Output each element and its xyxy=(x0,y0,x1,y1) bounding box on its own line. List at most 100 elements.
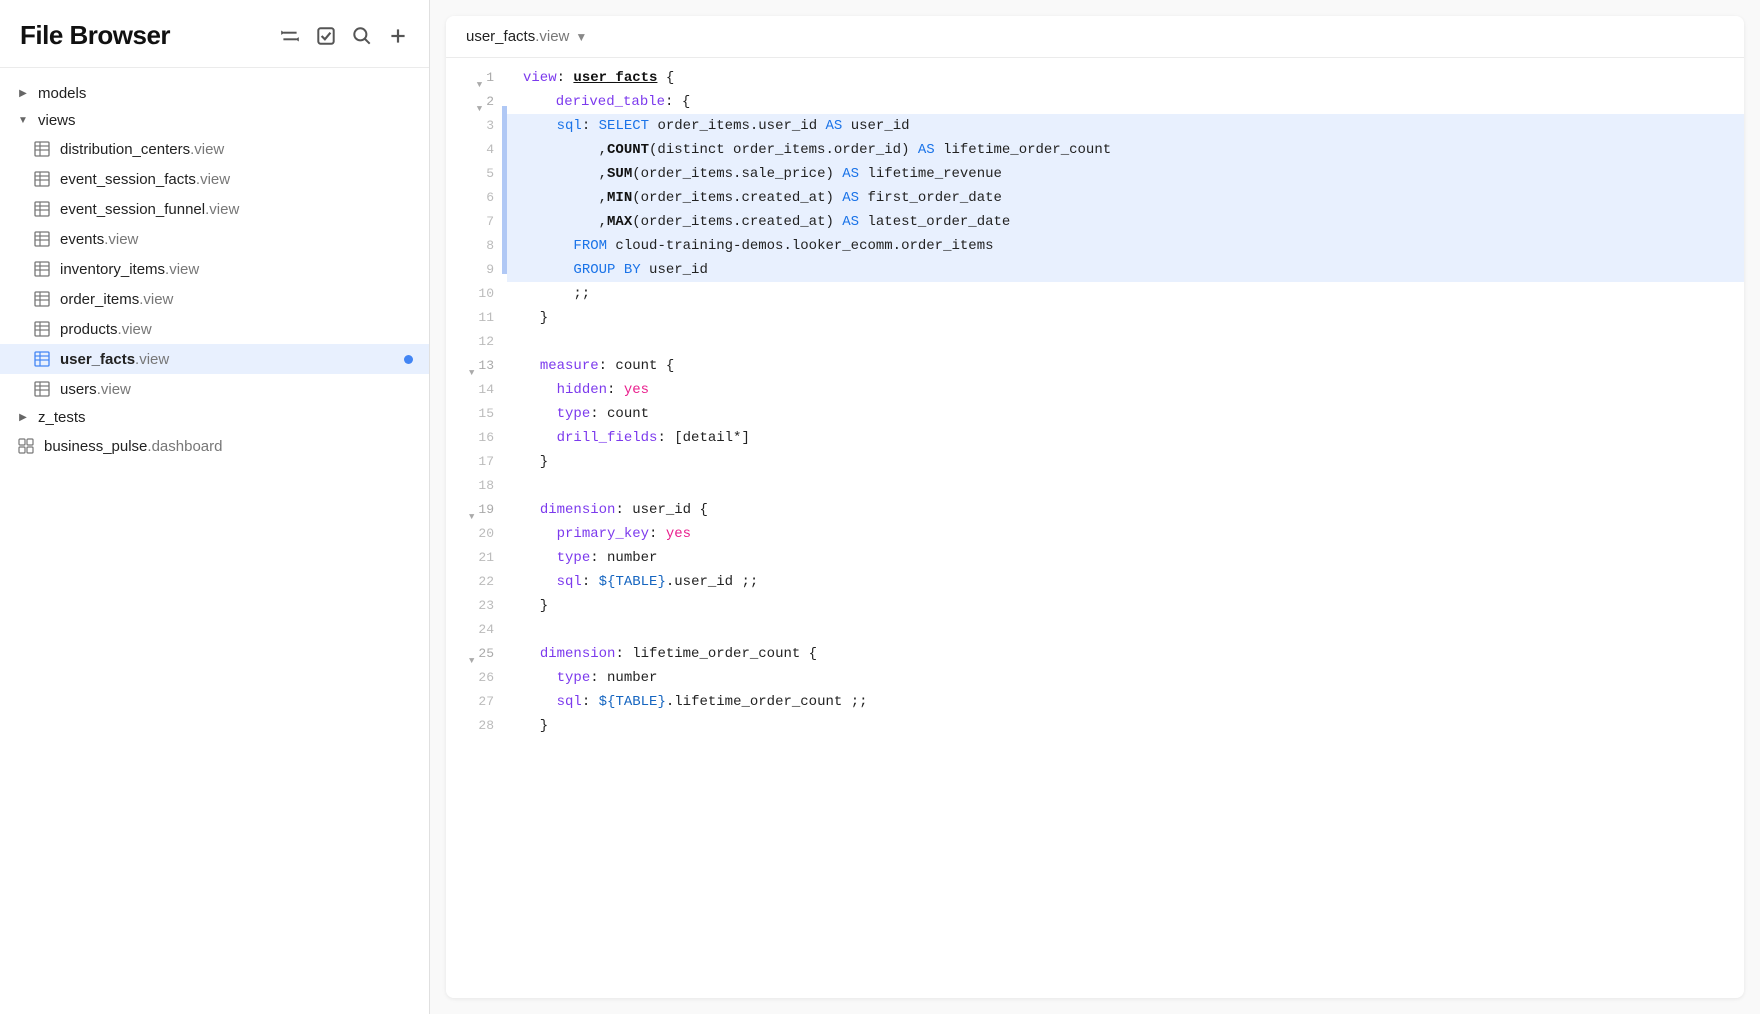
code-line-19: dimension: user_id { xyxy=(507,498,1744,522)
line-num-3: 3 xyxy=(446,114,502,138)
line-num-1: ▼1 xyxy=(446,66,502,90)
table-icon xyxy=(32,139,52,159)
sidebar-item-models[interactable]: ▶ models xyxy=(0,80,429,107)
table-icon xyxy=(32,259,52,279)
code-line-10: ;; xyxy=(507,282,1744,306)
code-line-15: type: count xyxy=(507,402,1744,426)
sidebar-item-inventory-items[interactable]: inventory_items.view xyxy=(0,254,429,284)
tab-label: user_facts.view xyxy=(466,28,569,45)
chevron-right-icon: ▶ xyxy=(16,411,30,425)
table-icon xyxy=(32,169,52,189)
line-num-12: 12 xyxy=(446,330,502,354)
add-icon[interactable] xyxy=(387,25,409,47)
chevron-right-icon: ▶ xyxy=(16,87,30,101)
table-icon xyxy=(32,349,52,369)
line-num-22: 22 xyxy=(446,570,502,594)
code-line-8: FROM cloud-training-demos.looker_ecomm.o… xyxy=(507,234,1744,258)
code-line-28: } xyxy=(507,714,1744,738)
sidebar-item-business-pulse[interactable]: business_pulse.dashboard xyxy=(0,431,429,461)
sidebar-title: File Browser xyxy=(20,20,170,51)
line-num-2: ▼2 xyxy=(446,90,502,114)
code-line-9: GROUP BY user_id xyxy=(507,258,1744,282)
tab-dropdown-icon[interactable]: ▼ xyxy=(575,30,587,44)
code-line-12 xyxy=(507,330,1744,354)
table-icon xyxy=(32,289,52,309)
code-line-25: dimension: lifetime_order_count { xyxy=(507,642,1744,666)
sidebar-item-user-facts[interactable]: user_facts.view xyxy=(0,344,429,374)
line-num-7: 7 xyxy=(446,210,502,234)
sidebar-item-products[interactable]: products.view xyxy=(0,314,429,344)
line-num-23: 23 xyxy=(446,594,502,618)
sidebar-item-label: distribution_centers.view xyxy=(60,141,224,158)
code-line-13: measure: count { xyxy=(507,354,1744,378)
collapse-icon[interactable] xyxy=(279,25,301,47)
sidebar-tree: ▶ models ▼ views distribution_centers.vi… xyxy=(0,68,429,1014)
code-line-2: derived_table: { xyxy=(507,90,1744,114)
line-num-28: 28 xyxy=(446,714,502,738)
line-num-14: 14 xyxy=(446,378,502,402)
sidebar-item-label: business_pulse.dashboard xyxy=(44,438,222,455)
line-num-13: ▼13 xyxy=(446,354,502,378)
modified-dot xyxy=(404,355,413,364)
editor-tab-user-facts[interactable]: user_facts.view ▼ xyxy=(466,28,587,45)
sidebar-item-label: products.view xyxy=(60,321,152,338)
sidebar-item-order-items[interactable]: order_items.view xyxy=(0,284,429,314)
table-icon xyxy=(32,379,52,399)
sidebar-item-label: order_items.view xyxy=(60,291,173,308)
line-num-10: 10 xyxy=(446,282,502,306)
line-num-26: 26 xyxy=(446,666,502,690)
editor-container: user_facts.view ▼ ▼1 ▼2 3 4 5 6 7 8 9 10… xyxy=(446,16,1744,998)
line-num-21: 21 xyxy=(446,546,502,570)
sidebar-item-label: z_tests xyxy=(38,409,86,426)
code-line-16: drill_fields: [detail*] xyxy=(507,426,1744,450)
code-editor[interactable]: ▼1 ▼2 3 4 5 6 7 8 9 10 11 12 ▼13 14 15 1… xyxy=(446,58,1744,998)
sidebar-item-z-tests[interactable]: ▶ z_tests xyxy=(0,404,429,431)
sidebar-item-users[interactable]: users.view xyxy=(0,374,429,404)
chevron-down-icon: ▼ xyxy=(16,114,30,128)
line-num-5: 5 xyxy=(446,162,502,186)
sidebar-item-distribution-centers[interactable]: distribution_centers.view xyxy=(0,134,429,164)
line-num-6: 6 xyxy=(446,186,502,210)
line-num-4: 4 xyxy=(446,138,502,162)
code-line-23: } xyxy=(507,594,1744,618)
line-num-18: 18 xyxy=(446,474,502,498)
sidebar-item-label: user_facts.view xyxy=(60,351,169,368)
code-line-5: ,SUM(order_items.sale_price) AS lifetime… xyxy=(507,162,1744,186)
line-num-17: 17 xyxy=(446,450,502,474)
sidebar-item-label: views xyxy=(38,112,76,129)
editor-tab-bar: user_facts.view ▼ xyxy=(446,16,1744,58)
table-icon xyxy=(32,229,52,249)
code-line-26: type: number xyxy=(507,666,1744,690)
line-num-15: 15 xyxy=(446,402,502,426)
code-line-1: view: user_facts { xyxy=(507,66,1744,90)
sidebar-item-event-session-funnel[interactable]: event_session_funnel.view xyxy=(0,194,429,224)
main-content: user_facts.view ▼ ▼1 ▼2 3 4 5 6 7 8 9 10… xyxy=(430,0,1760,1014)
code-line-3: sql: SELECT order_items.user_id AS user_… xyxy=(507,114,1744,138)
sidebar-item-views[interactable]: ▼ views xyxy=(0,107,429,134)
line-num-11: 11 xyxy=(446,306,502,330)
line-num-9: 9 xyxy=(446,258,502,282)
line-num-24: 24 xyxy=(446,618,502,642)
sidebar-item-label: event_session_funnel.view xyxy=(60,201,239,218)
sidebar-actions xyxy=(279,25,409,47)
sidebar-item-label: users.view xyxy=(60,381,131,398)
code-line-11: } xyxy=(507,306,1744,330)
code-line-14: hidden: yes xyxy=(507,378,1744,402)
line-num-8: 8 xyxy=(446,234,502,258)
code-line-17: } xyxy=(507,450,1744,474)
line-num-16: 16 xyxy=(446,426,502,450)
sidebar-item-label: inventory_items.view xyxy=(60,261,199,278)
line-num-20: 20 xyxy=(446,522,502,546)
code-content: view: user_facts { derived_table: { sql:… xyxy=(507,58,1744,998)
search-icon[interactable] xyxy=(351,25,373,47)
line-num-19: ▼19 xyxy=(446,498,502,522)
sidebar-item-label: events.view xyxy=(60,231,138,248)
sidebar-item-events[interactable]: events.view xyxy=(0,224,429,254)
checkbox-icon[interactable] xyxy=(315,25,337,47)
sidebar-item-label: models xyxy=(38,85,86,102)
table-icon xyxy=(32,319,52,339)
sidebar-item-event-session-facts[interactable]: event_session_facts.view xyxy=(0,164,429,194)
code-line-4: ,COUNT(distinct order_items.order_id) AS… xyxy=(507,138,1744,162)
code-line-7: ,MAX(order_items.created_at) AS latest_o… xyxy=(507,210,1744,234)
sidebar: File Browser xyxy=(0,0,430,1014)
